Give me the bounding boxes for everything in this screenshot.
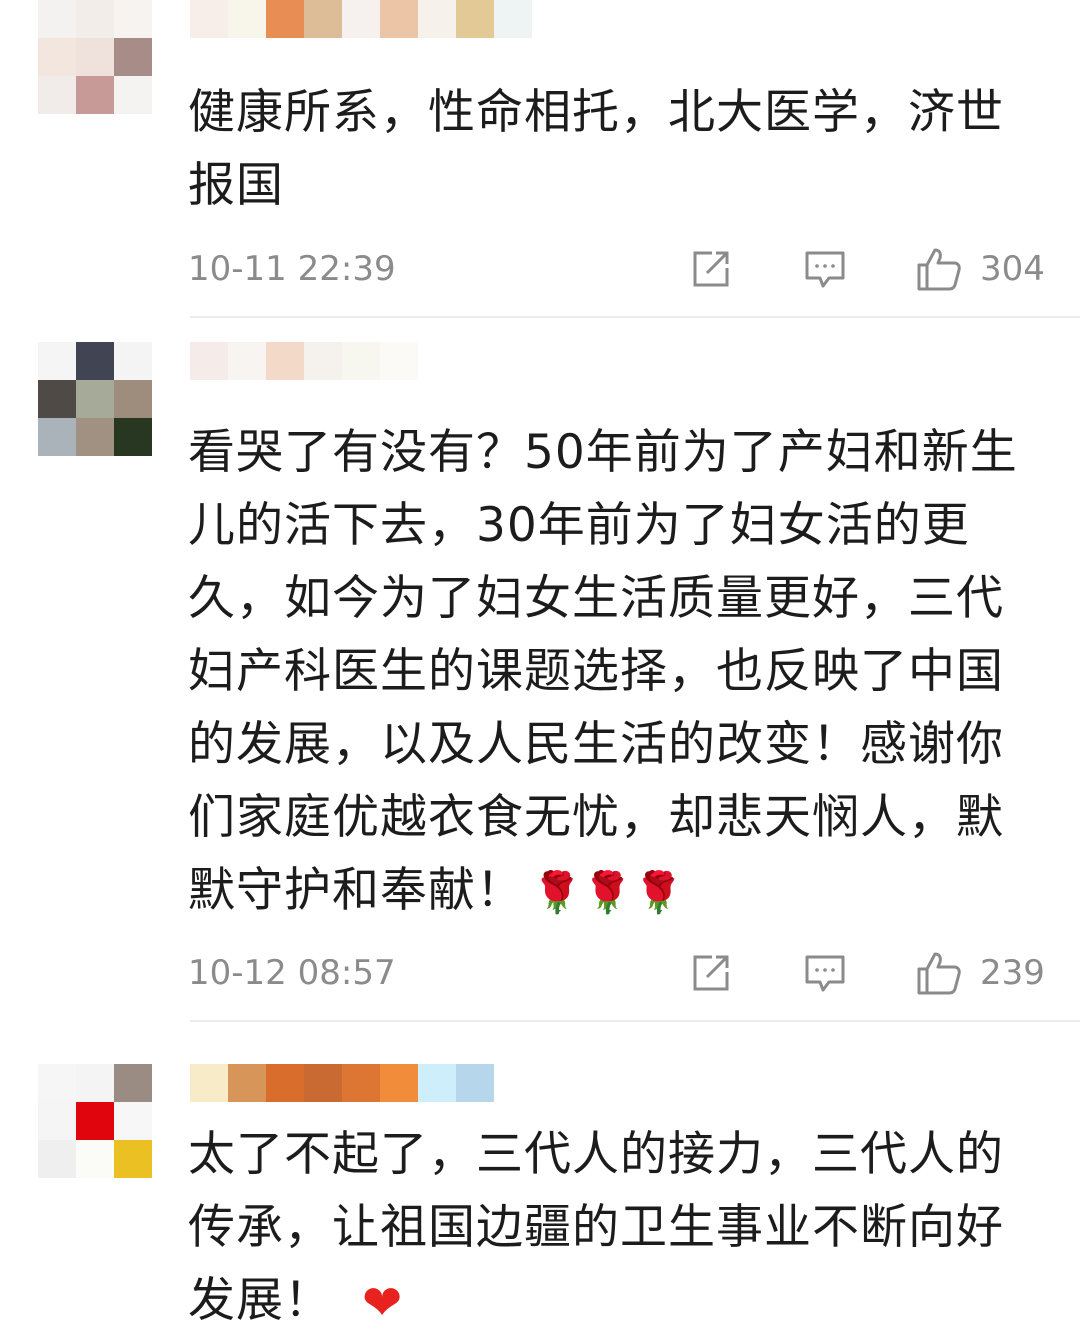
blur-block xyxy=(456,0,494,38)
blur-block xyxy=(380,0,418,38)
comment-icon xyxy=(805,251,845,288)
divider xyxy=(190,316,1080,318)
blur-block xyxy=(76,380,114,418)
blur-block xyxy=(494,342,532,380)
blur-block xyxy=(114,1064,152,1102)
blur-block xyxy=(190,342,228,380)
comment-text: 看哭了有没有？50年前为了产妇和新生儿的活下去，30年前为了妇女活的更久，如今为… xyxy=(188,416,1018,930)
blur-block xyxy=(380,342,418,380)
like-button[interactable]: 304 xyxy=(916,248,1045,291)
blur-block xyxy=(456,342,494,380)
blur-block xyxy=(304,0,342,38)
heart-emoji: ❤ xyxy=(362,1275,404,1331)
blur-block xyxy=(76,342,114,380)
blur-block xyxy=(228,0,266,38)
blur-block xyxy=(418,342,456,380)
blur-block xyxy=(76,76,114,114)
blur-block xyxy=(266,1064,304,1102)
blur-block xyxy=(494,0,532,38)
avatar[interactable] xyxy=(38,0,152,114)
blur-block xyxy=(76,1140,114,1178)
blur-block xyxy=(342,1064,380,1102)
blur-block xyxy=(190,0,228,38)
comment-item: 太了不起了，三代人的接力，三代人的传承，让祖国边疆的卫生事业不断向好发展！ ❤ xyxy=(0,1064,1080,1331)
blur-block xyxy=(342,342,380,380)
like-count: 239 xyxy=(980,953,1045,993)
comment-text: 太了不起了，三代人的接力，三代人的传承，让祖国边疆的卫生事业不断向好发展！ ❤ xyxy=(188,1118,1018,1340)
blur-block xyxy=(114,418,152,456)
blur-block xyxy=(114,342,152,380)
blur-block xyxy=(228,1064,266,1102)
avatar[interactable] xyxy=(38,342,152,456)
blur-block xyxy=(266,0,304,38)
divider xyxy=(190,1020,1080,1022)
blur-block xyxy=(38,76,76,114)
blur-block xyxy=(114,76,152,114)
comment-icon xyxy=(805,955,845,992)
username-blurred[interactable] xyxy=(190,342,532,380)
blur-block xyxy=(38,418,76,456)
blur-block xyxy=(38,1102,76,1140)
blur-block xyxy=(76,1102,114,1140)
reply-button[interactable] xyxy=(804,952,846,994)
blur-block xyxy=(494,1064,532,1102)
blur-block xyxy=(266,342,304,380)
username-blurred[interactable] xyxy=(190,1064,532,1102)
blur-block xyxy=(38,1140,76,1178)
blur-block xyxy=(418,1064,456,1102)
blur-block xyxy=(114,38,152,76)
blur-block xyxy=(114,0,152,38)
blur-block xyxy=(38,1064,76,1102)
blur-block xyxy=(38,342,76,380)
blur-block xyxy=(38,380,76,418)
blur-block xyxy=(114,1140,152,1178)
comment-timestamp: 10-12 08:57 xyxy=(188,953,396,993)
like-button[interactable]: 239 xyxy=(916,952,1045,995)
blur-block xyxy=(114,1102,152,1140)
blur-block xyxy=(228,342,266,380)
blur-block xyxy=(304,342,342,380)
thumbs-up-icon xyxy=(917,248,961,291)
blur-block xyxy=(304,1064,342,1102)
blur-block xyxy=(76,1064,114,1102)
blur-block xyxy=(76,418,114,456)
share-button[interactable] xyxy=(690,952,732,994)
share-icon xyxy=(693,955,729,991)
like-count: 304 xyxy=(980,249,1045,289)
share-button[interactable] xyxy=(690,248,732,290)
blur-block xyxy=(456,1064,494,1102)
comment-timestamp: 10-11 22:39 xyxy=(188,249,396,289)
blur-block xyxy=(38,38,76,76)
blur-block xyxy=(76,38,114,76)
username-blurred[interactable] xyxy=(190,0,532,38)
comment-meta: 10-12 08:57 239 xyxy=(188,948,1048,998)
blur-block xyxy=(76,0,114,38)
share-icon xyxy=(693,251,729,287)
blur-block xyxy=(418,0,456,38)
comment-meta: 10-11 22:39 304 xyxy=(188,244,1048,294)
blur-block xyxy=(342,0,380,38)
blur-block xyxy=(38,0,76,38)
reply-button[interactable] xyxy=(804,248,846,290)
comment-text: 健康所系，性命相托，北大医学，济世报国 xyxy=(188,85,1004,213)
avatar[interactable] xyxy=(38,1064,152,1178)
blur-block xyxy=(380,1064,418,1102)
rose-emoji: 🌹🌹🌹 xyxy=(532,870,685,916)
comment-item: 健康所系，性命相托，北大医学，济世报国 10-11 22:39 304 xyxy=(0,0,1080,318)
comment-item: 看哭了有没有？50年前为了产妇和新生儿的活下去，30年前为了妇女活的更久，如今为… xyxy=(0,342,1080,1022)
blur-block xyxy=(190,1064,228,1102)
thumbs-up-icon xyxy=(917,952,961,995)
blur-block xyxy=(114,380,152,418)
